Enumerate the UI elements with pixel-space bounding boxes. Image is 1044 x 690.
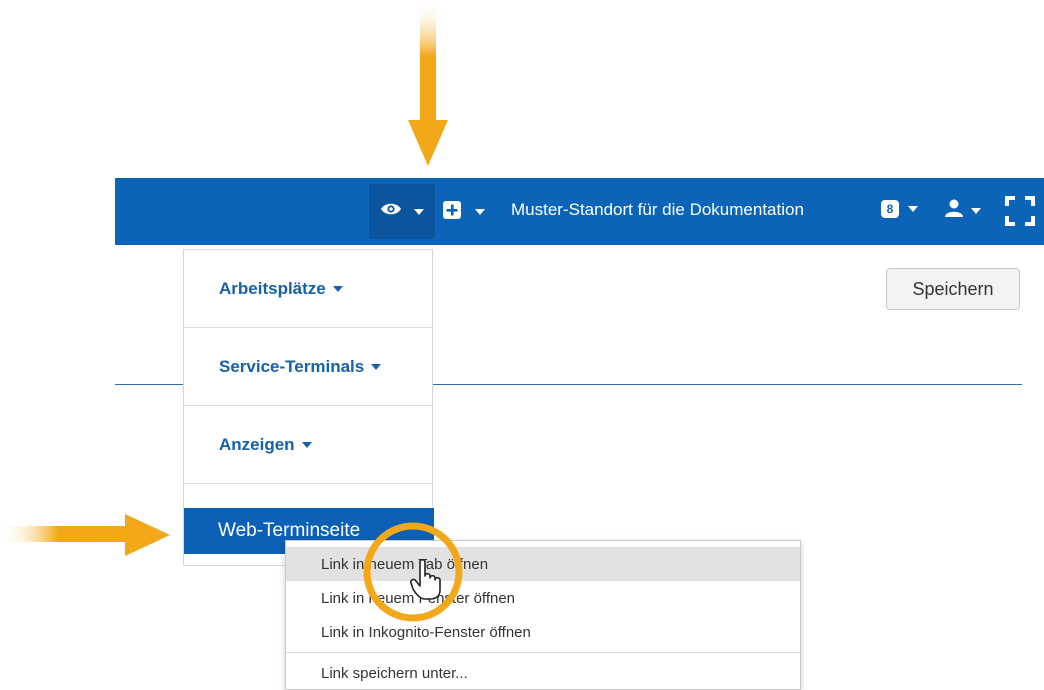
- menu-item-anzeigen[interactable]: Anzeigen: [184, 406, 432, 484]
- chevron-down-icon: [301, 441, 312, 448]
- chevron-down-icon: [971, 207, 981, 214]
- menu-item-service-terminals[interactable]: Service-Terminals: [184, 328, 432, 406]
- menu-item-label: Arbeitsplätze: [219, 278, 326, 298]
- menu-item-label: Service-Terminals: [219, 356, 365, 376]
- chevron-down-icon: [414, 208, 424, 215]
- location-link[interactable]: Muster-Standort für die Dokumentation: [511, 200, 804, 220]
- top-navbar: Muster-Standort für die Dokumentation 8: [115, 178, 1044, 245]
- menu-item-label: Anzeigen: [219, 434, 295, 454]
- plus-square-icon: [443, 200, 461, 224]
- view-menu-button[interactable]: [369, 184, 435, 239]
- notifications-button[interactable]: 8: [881, 200, 918, 218]
- chevron-down-icon: [908, 206, 918, 212]
- hand-cursor-icon: [410, 558, 441, 600]
- user-icon: [945, 199, 965, 222]
- chevron-down-icon: [332, 285, 343, 292]
- arrow-down-annotation: [408, 0, 448, 166]
- chevron-down-icon: [475, 209, 485, 215]
- arrow-right-annotation: [0, 514, 170, 556]
- menu-item-arbeitsplaetze[interactable]: Arbeitsplätze: [184, 250, 432, 328]
- fullscreen-button[interactable]: [1003, 194, 1037, 228]
- add-menu-button[interactable]: [443, 196, 485, 228]
- eye-icon: [380, 202, 402, 221]
- menu-item-label: Web-Terminseite: [218, 520, 361, 541]
- save-button[interactable]: Speichern: [886, 268, 1020, 310]
- user-menu-button[interactable]: [945, 199, 981, 222]
- fullscreen-icon: [1005, 196, 1035, 226]
- notification-count-badge: 8: [881, 200, 899, 218]
- context-separator: [286, 652, 800, 653]
- context-save-link-as[interactable]: Link speichern unter...: [286, 665, 800, 689]
- chevron-down-icon: [371, 363, 382, 370]
